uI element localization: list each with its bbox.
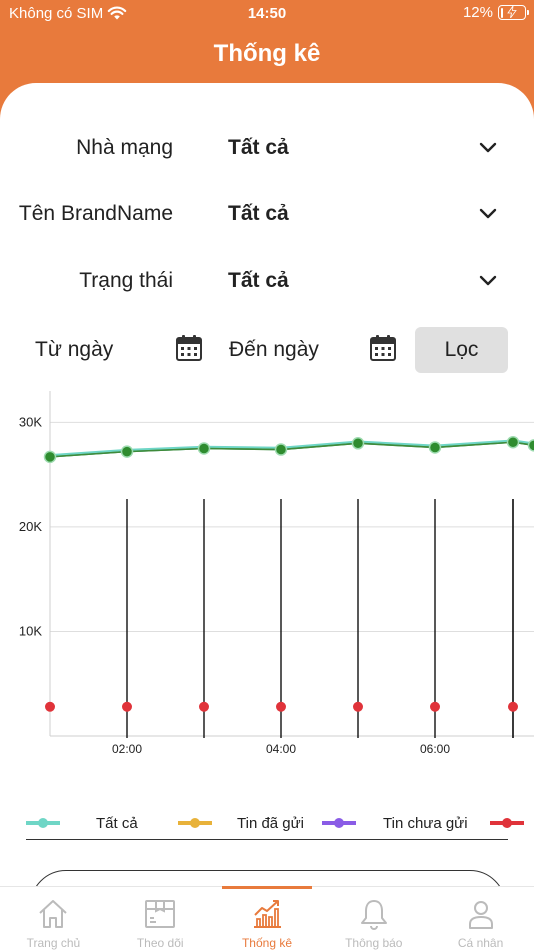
tab-label: Thống kê — [241, 936, 293, 950]
x-tick-label: 02:00 — [112, 742, 142, 756]
tab-tracking[interactable]: Theo dõi — [107, 887, 214, 950]
filter-row-brandname[interactable]: Tên BrandName Tất cả — [0, 192, 534, 236]
y-tick-label: 30K — [19, 414, 42, 429]
tab-label: Cá nhân — [457, 936, 504, 950]
legend-label: Tin chưa gửi — [383, 815, 468, 832]
filter-value[interactable]: Tất cả — [228, 136, 289, 160]
tab-label: Theo dõi — [136, 936, 184, 950]
filter-button[interactable]: Lọc — [415, 327, 508, 373]
tab-statistics[interactable]: Thống kê — [214, 886, 321, 950]
data-point — [353, 701, 363, 712]
battery-percent: 12% — [462, 4, 493, 21]
legend-item[interactable] — [490, 818, 524, 828]
data-point — [122, 701, 132, 712]
tab-label: Trang chủ — [26, 936, 81, 950]
content-panel: Nhà mạng Tất cả Tên BrandName Tất cả Trạ… — [0, 83, 534, 890]
chevron-down-icon[interactable] — [477, 140, 499, 156]
tab-label: Thông báo — [345, 936, 403, 950]
battery-fill — [500, 7, 504, 18]
chart-legend[interactable]: Tất cả Tin đã gửi Tin chưa gửi — [0, 805, 534, 841]
data-point — [351, 437, 365, 450]
calendar-icon[interactable] — [175, 334, 203, 362]
legend-label: Tin đã gửi — [237, 815, 304, 832]
legend-marker — [38, 818, 48, 828]
legend-item[interactable]: Tin đã gửi — [178, 815, 304, 832]
y-tick-label: 10K — [19, 623, 42, 638]
tab-notifications[interactable]: Thông báo — [320, 887, 427, 950]
filter-value[interactable]: Tất cả — [228, 269, 289, 293]
data-point — [199, 701, 209, 712]
chevron-down-icon[interactable] — [477, 206, 499, 222]
data-point — [45, 701, 55, 712]
bottom-tab-bar: Trang chủ Theo dõi Thống kê Thông báo Cá… — [0, 886, 534, 950]
legend-label: Tất cả — [96, 815, 138, 832]
to-date-label[interactable]: Đến ngày — [229, 338, 319, 362]
legend-item[interactable]: Tin chưa gửi — [322, 815, 468, 832]
x-tick-label: 04:00 — [266, 742, 296, 756]
data-point — [428, 441, 442, 454]
chart-icon — [253, 900, 281, 928]
bell-icon — [360, 900, 387, 930]
data-point — [43, 450, 57, 464]
box-icon — [145, 900, 176, 928]
home-icon — [39, 900, 68, 928]
legend-marker — [502, 818, 512, 828]
status-bar: Không có SIM 14:50 12% — [0, 0, 534, 30]
tab-profile[interactable]: Cá nhân — [427, 887, 534, 950]
page-title: Thống kê — [213, 40, 321, 67]
legend-marker — [334, 818, 344, 828]
data-point — [197, 442, 211, 455]
battery-group: 12% — [462, 4, 529, 21]
calendar-icon[interactable] — [369, 334, 397, 362]
x-tick-label: 06:00 — [420, 742, 450, 756]
filter-label: Trạng thái — [79, 269, 173, 292]
data-point — [506, 435, 520, 449]
data-point — [274, 443, 288, 456]
filter-value[interactable]: Tất cả — [228, 202, 289, 226]
data-point — [508, 701, 518, 712]
y-tick-label: 20K — [19, 519, 42, 534]
chevron-down-icon[interactable] — [477, 273, 499, 289]
from-date-label[interactable]: Từ ngày — [35, 338, 113, 362]
tab-home[interactable]: Trang chủ — [0, 887, 107, 950]
status-time: 14:50 — [247, 5, 287, 22]
filter-label: Nhà mạng — [76, 136, 173, 159]
filter-row-status[interactable]: Trạng thái Tất cả — [0, 259, 534, 303]
filter-row-network[interactable]: Nhà mạng Tất cả — [0, 126, 534, 170]
legend-item[interactable]: Tất cả — [26, 815, 138, 832]
filter-label: Tên BrandName — [18, 202, 173, 225]
data-point — [276, 701, 286, 712]
battery-icon — [498, 5, 529, 20]
charging-bolt-icon — [507, 6, 517, 18]
user-icon — [468, 901, 493, 929]
data-point — [527, 439, 534, 452]
line-chart[interactable]: 10K 20K 30K 02:00 04:00 06:00 — [0, 383, 534, 783]
data-point — [430, 701, 440, 712]
date-range-row: Từ ngày Đến ngày Lọc — [0, 327, 534, 375]
legend-divider — [26, 839, 508, 840]
data-point — [120, 445, 134, 458]
legend-marker — [190, 818, 200, 828]
